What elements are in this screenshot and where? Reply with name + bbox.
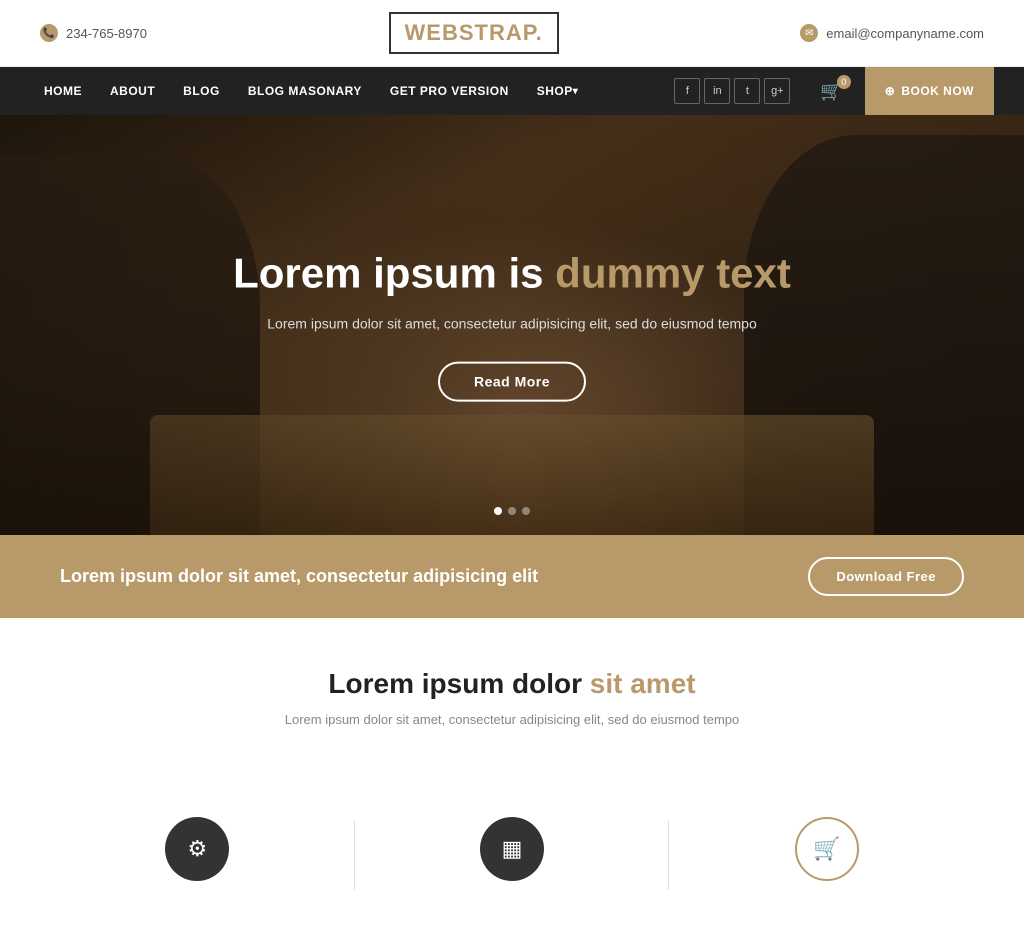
nav-about[interactable]: ABOUT <box>96 67 169 115</box>
section-title-plain: Lorem ipsum dolor <box>328 668 589 699</box>
section-subtitle: Lorem ipsum dolor sit amet, consectetur … <box>40 712 984 727</box>
phone-icon: 📞 <box>40 24 58 42</box>
phone-contact: 📞 234-765-8970 <box>40 24 147 42</box>
hero-read-more-button[interactable]: Read More <box>438 361 586 401</box>
logo-text-part1: WEB <box>405 20 459 45</box>
hero-subtitle: Lorem ipsum dolor sit amet, consectetur … <box>212 313 812 335</box>
section-title-accent: sit amet <box>590 668 696 699</box>
feature-icon-cart: 🛒 <box>795 817 859 881</box>
navbar: HOME ABOUT BLOG BLOG MASONARY GET PRO VE… <box>0 67 1024 115</box>
hero-section: Lorem ipsum is dummy text Lorem ipsum do… <box>0 115 1024 535</box>
nav-shop[interactable]: SHOP <box>523 67 593 115</box>
top-bar: 📞 234-765-8970 WEBSTRAP. ✉ email@company… <box>0 0 1024 67</box>
logo-text-part2: STRAP. <box>459 20 543 45</box>
book-now-label: Book Now <box>901 84 974 98</box>
feature-icon-settings: ⚙ <box>165 817 229 881</box>
facebook-icon[interactable]: f <box>674 78 700 104</box>
book-now-button[interactable]: ⊕ Book Now <box>865 67 994 115</box>
feature-card-1: ⚙ <box>40 797 355 913</box>
feature-card-3: 🛒 <box>669 797 984 913</box>
twitter-icon[interactable]: t <box>734 78 760 104</box>
hero-content: Lorem ipsum is dummy text Lorem ipsum do… <box>212 249 812 402</box>
linkedin-icon[interactable]: in <box>704 78 730 104</box>
hero-title-accent: dummy text <box>555 250 791 297</box>
googleplus-icon[interactable]: g+ <box>764 78 790 104</box>
hero-dots <box>494 507 530 515</box>
logo[interactable]: WEBSTRAP. <box>389 12 559 54</box>
phone-number: 234-765-8970 <box>66 26 147 41</box>
features-row: ⚙ ▦ 🛒 <box>0 797 1024 933</box>
hero-dot-1[interactable] <box>494 507 502 515</box>
feature-icon-grid: ▦ <box>480 817 544 881</box>
hero-title-plain: Lorem ipsum is <box>233 250 555 297</box>
social-icons: f in t g+ <box>674 78 790 104</box>
cta-banner-text: Lorem ipsum dolor sit amet, consectetur … <box>60 566 538 587</box>
nav-blog[interactable]: BLOG <box>169 67 234 115</box>
section-title: Lorem ipsum dolor sit amet <box>40 668 984 700</box>
hero-dot-3[interactable] <box>522 507 530 515</box>
hero-dot-2[interactable] <box>508 507 516 515</box>
cart-badge: 0 <box>837 75 851 89</box>
email-address: email@companyname.com <box>826 26 984 41</box>
nav-blog-masonary[interactable]: BLOG MASONARY <box>234 67 376 115</box>
nav-home[interactable]: HOME <box>30 67 96 115</box>
nav-links: HOME ABOUT BLOG BLOG MASONARY GET PRO VE… <box>30 67 658 115</box>
cta-banner: Lorem ipsum dolor sit amet, consectetur … <box>0 535 1024 618</box>
email-contact: ✉ email@companyname.com <box>800 24 984 42</box>
hero-title: Lorem ipsum is dummy text <box>212 249 812 299</box>
feature-card-2: ▦ <box>355 797 670 913</box>
nav-get-pro[interactable]: GET PRO VERSION <box>376 67 523 115</box>
book-now-icon: ⊕ <box>885 84 896 98</box>
cart-icon[interactable]: 🛒 0 <box>820 81 842 102</box>
features-section: Lorem ipsum dolor sit amet Lorem ipsum d… <box>0 618 1024 797</box>
download-free-button[interactable]: Download Free <box>808 557 964 596</box>
email-icon: ✉ <box>800 24 818 42</box>
